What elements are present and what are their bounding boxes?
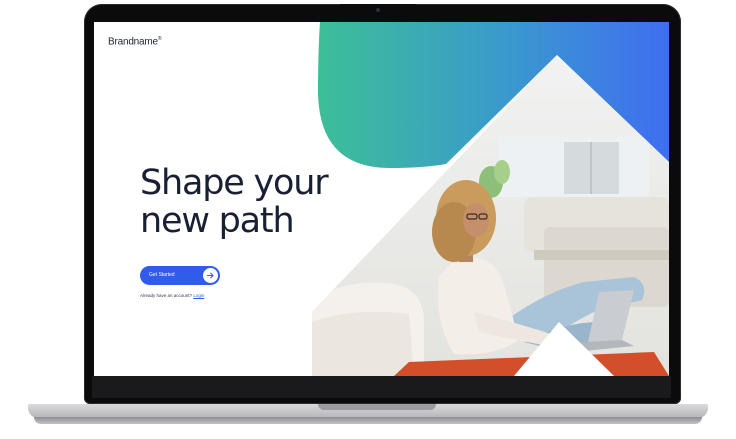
laptop-base-underside <box>34 417 702 424</box>
login-link[interactable]: Login <box>193 293 204 298</box>
get-started-label: Get Started <box>149 272 175 278</box>
login-prompt-text: Already have an account? <box>140 293 193 298</box>
hero-headline: Shape your new path <box>140 163 329 241</box>
brand-logo[interactable]: Brandname® <box>108 36 162 48</box>
login-prompt: Already have an account? Login <box>140 293 204 298</box>
headline-line-2: new path <box>140 201 295 241</box>
laptop-mockup: Brandname® Shape your new path Get Start… <box>0 0 736 439</box>
brand-mark: ® <box>157 36 162 42</box>
arrow-right-icon <box>203 268 218 283</box>
brand-name: Brandname <box>108 36 158 48</box>
get-started-button[interactable]: Get Started <box>140 266 220 285</box>
camera-icon <box>376 8 380 12</box>
laptop-screen: Brandname® Shape your new path Get Start… <box>94 22 669 376</box>
opening-notch <box>318 404 436 410</box>
screen-chin <box>92 376 671 398</box>
headline-line-1: Shape your <box>140 163 329 203</box>
